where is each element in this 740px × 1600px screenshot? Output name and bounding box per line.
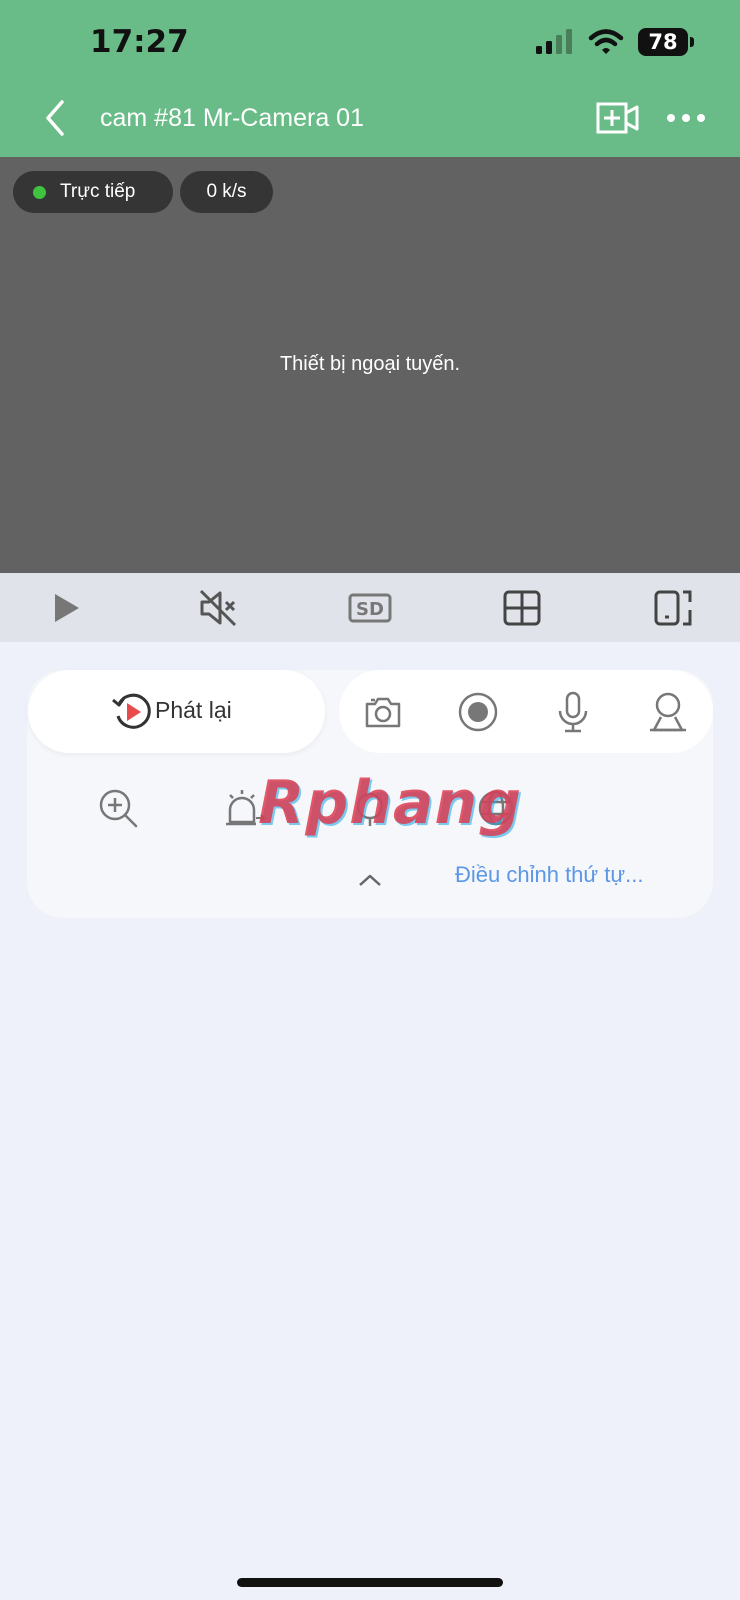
offline-message: Thiết bị ngoại tuyến. [279,353,461,375]
mute-button[interactable] [195,585,241,631]
cellular-signal-icon [536,29,572,54]
live-label: Trực tiếp [60,181,136,202]
svg-text:SD: SD [356,599,384,620]
quality-button[interactable]: SD [347,585,393,631]
collapse-chevron-icon[interactable] [355,868,385,892]
playback-label: Phát lại [155,697,232,723]
playback-button[interactable]: Phát lại [28,670,325,753]
playback-icon [112,693,151,729]
split-screen-button[interactable] [499,585,545,631]
bitrate-value: 0 k/s [206,181,247,202]
status-time: 17:27 [90,24,189,60]
live-badge: Trực tiếp [13,171,173,213]
quick-tools-group [339,670,713,753]
wifi-icon [588,28,624,54]
ptz-camera-button[interactable] [646,690,690,734]
status-icons: 78 [534,28,694,56]
record-button[interactable] [456,690,500,734]
battery-icon: 78 [638,28,694,56]
fullscreen-rotate-button[interactable] [651,585,697,631]
home-indicator[interactable] [237,1578,503,1587]
more-options-button[interactable] [664,100,708,136]
watermark-logo: Rphang [258,768,523,838]
reorder-link[interactable]: Điều chỉnh thứ tự... [455,862,643,888]
back-button[interactable] [38,96,74,140]
add-video-button[interactable] [596,98,640,138]
app-header: 17:27 78 cam #81 Mr-Camera 01 [0,0,740,157]
snapshot-button[interactable] [361,690,405,734]
video-control-bar: SD [0,573,740,642]
sd-quality-icon: SD [348,593,392,623]
bitrate-badge: 0 k/s [180,171,273,213]
microphone-button[interactable] [551,690,595,734]
zoom-in-button[interactable] [96,786,140,830]
camera-title: cam #81 Mr-Camera 01 [100,104,364,132]
video-viewport[interactable]: Trực tiếp 0 k/s Thiết bị ngoại tuyến. [0,157,740,573]
live-status-dot [33,185,46,199]
nav-bar: cam #81 Mr-Camera 01 [0,90,740,150]
play-button[interactable] [43,585,89,631]
